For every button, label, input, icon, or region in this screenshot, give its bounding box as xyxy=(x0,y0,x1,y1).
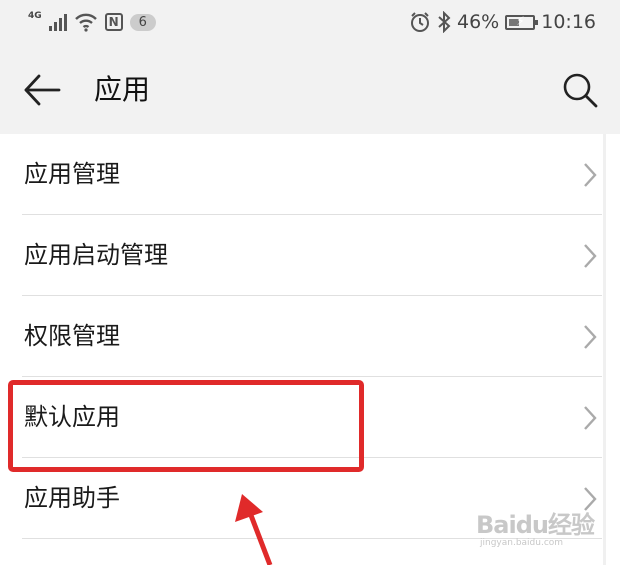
battery-icon: ⚡ xyxy=(505,14,539,30)
clock: 10:16 xyxy=(541,11,596,33)
page-title: 应用 xyxy=(94,73,151,106)
nfc-icon: N xyxy=(104,13,123,31)
app-bar: 应用 xyxy=(0,44,620,132)
arrow-left-icon[interactable] xyxy=(22,72,62,108)
chevron-right-icon xyxy=(584,325,597,349)
settings-list: 应用管理 应用启动管理 权限管理 默认应用 应用助手 xyxy=(0,134,620,565)
alarm-icon xyxy=(411,12,429,32)
signal-icon xyxy=(48,13,67,31)
chevron-right-icon xyxy=(584,406,597,430)
chevron-right-icon xyxy=(584,244,597,268)
battery-percent: 46% xyxy=(457,11,500,33)
search-icon[interactable] xyxy=(560,70,600,110)
network-type: 4G xyxy=(28,11,42,21)
list-item-app-launch[interactable]: 应用启动管理 xyxy=(0,215,620,296)
list-item-permissions[interactable]: 权限管理 xyxy=(0,296,620,377)
chevron-right-icon xyxy=(584,163,597,187)
bluetooth-icon xyxy=(438,11,451,33)
arrow-up-icon xyxy=(235,494,273,565)
list-item-label: 应用启动管理 xyxy=(24,241,168,269)
list-item-label: 应用管理 xyxy=(24,160,120,188)
list-item-label: 权限管理 xyxy=(24,322,120,350)
notification-badge: 6 xyxy=(129,13,156,31)
status-bar: 4G N 6 46% ⚡ 10:16 xyxy=(0,0,620,44)
watermark-text: Baidu经验 xyxy=(476,511,595,539)
highlight-box xyxy=(8,380,364,472)
watermark: Baidu经验 jingyan.baidu.com xyxy=(476,505,595,548)
list-item-app-management[interactable]: 应用管理 xyxy=(0,134,620,215)
wifi-icon xyxy=(74,13,97,32)
scrollbar xyxy=(603,134,606,565)
